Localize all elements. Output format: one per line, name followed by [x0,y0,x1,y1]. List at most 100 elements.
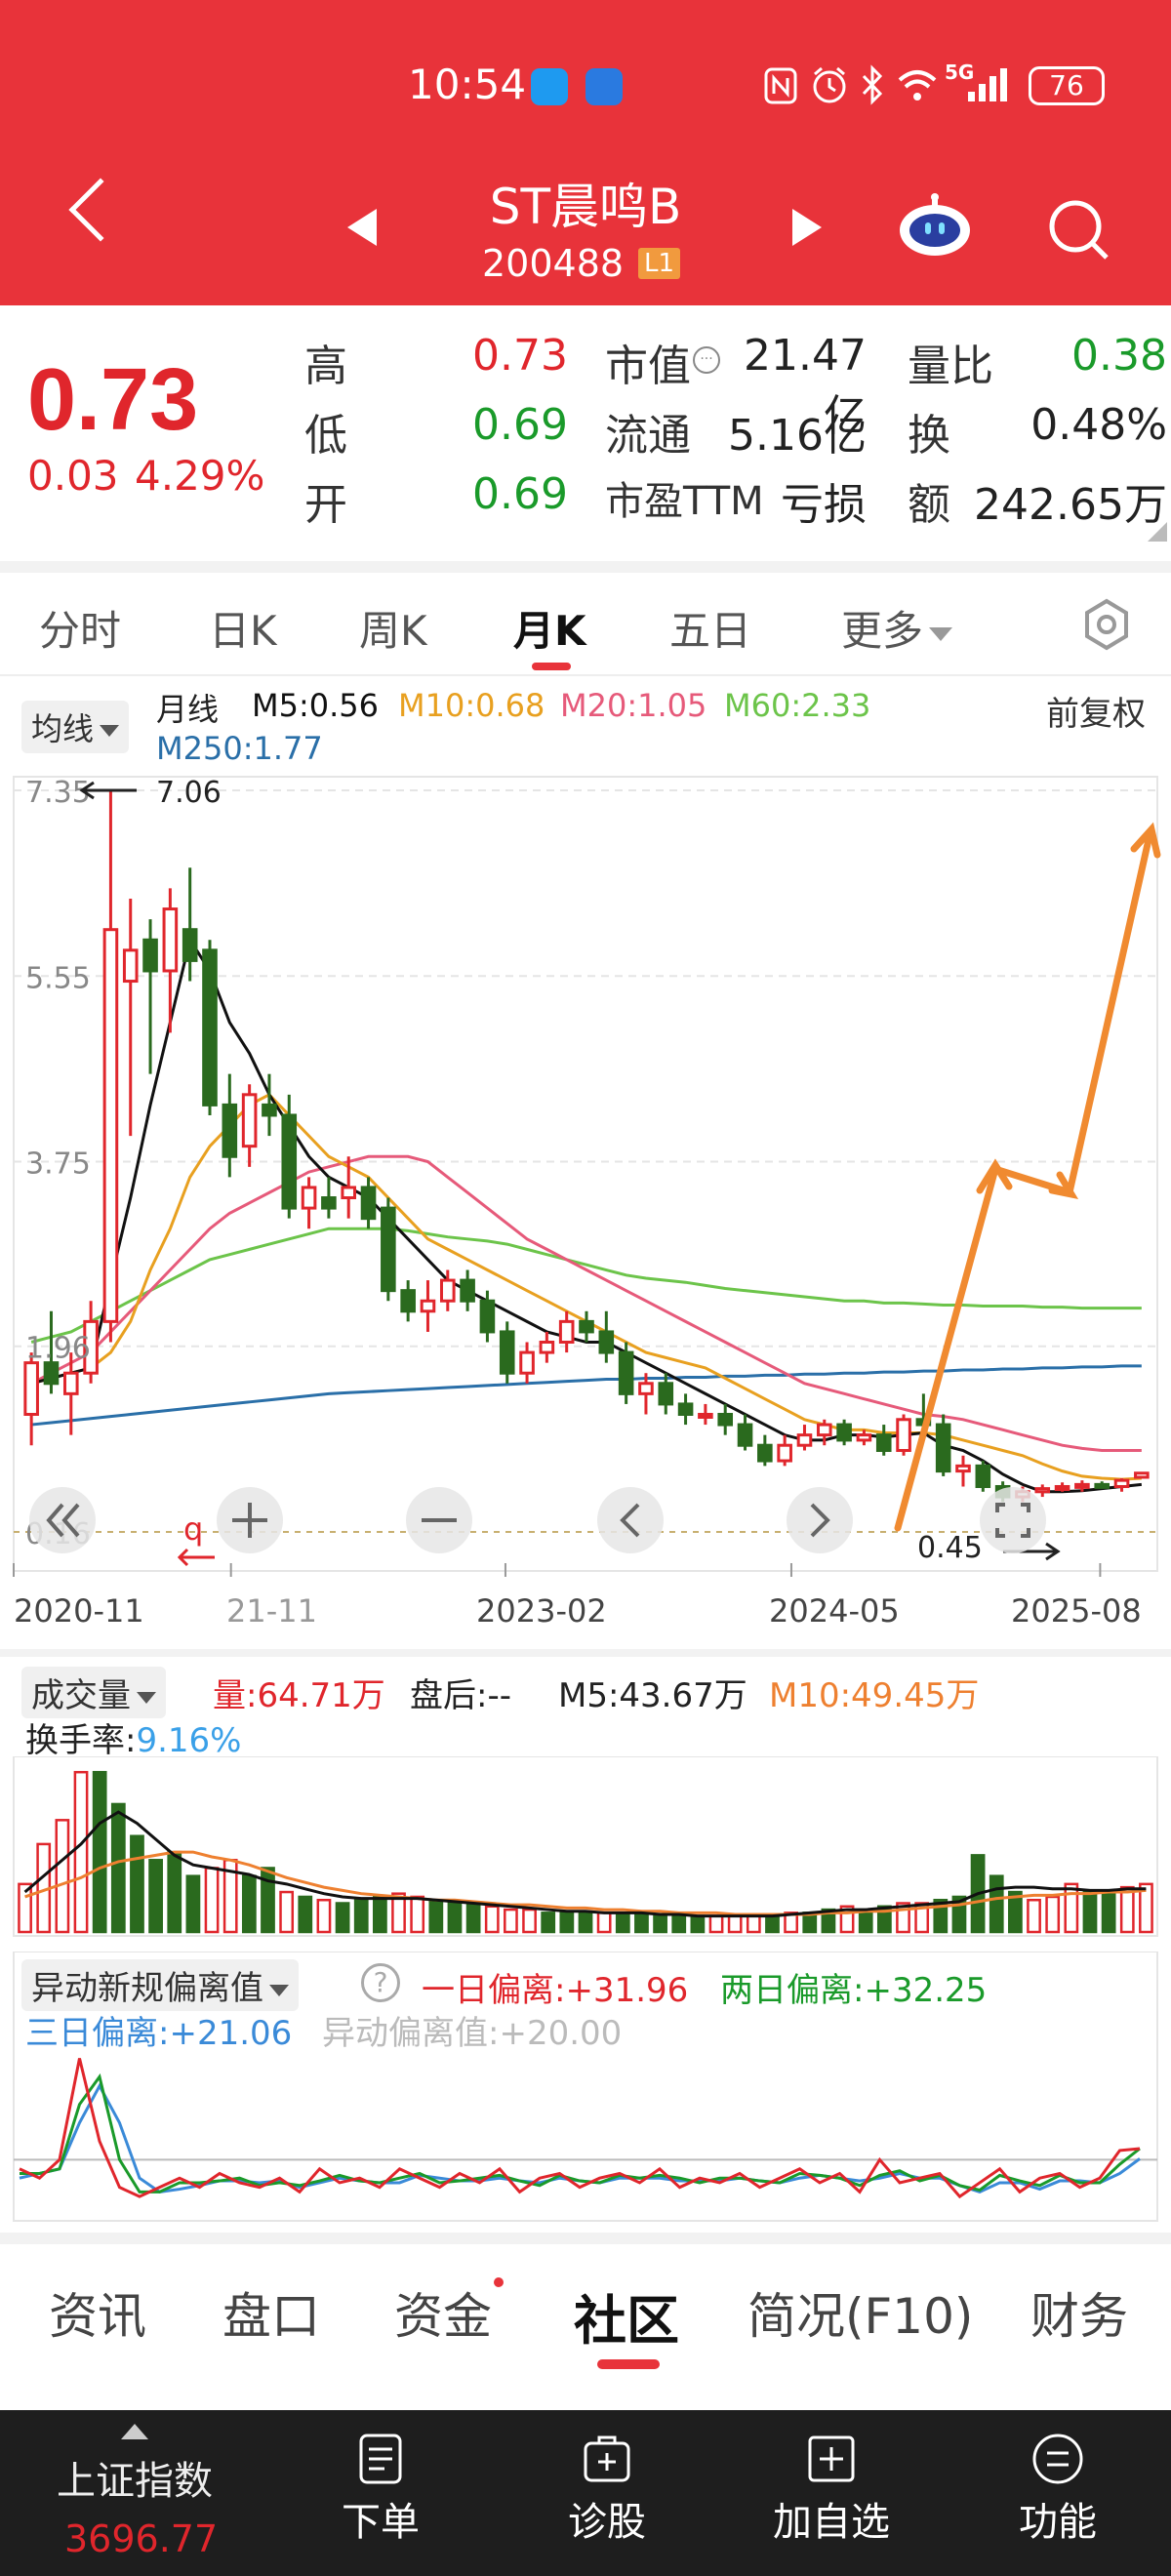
candle [717,1403,734,1435]
fullscreen-button[interactable] [980,1487,1046,1553]
tab-weekly-k[interactable]: 周K [359,598,427,658]
float-label: 流通 [605,411,691,461]
chart-frame [13,776,1158,1572]
volume-selector[interactable]: 成交量 [21,1667,166,1718]
candle [301,1177,317,1229]
tab-daily-k[interactable]: 日K [209,598,277,658]
adjust-mode[interactable]: 前复权 [1046,687,1146,735]
scroll-left-button[interactable] [597,1487,664,1553]
tab-monthly-k[interactable]: 月K [513,598,586,658]
candle [875,1425,892,1456]
volume-bar [372,1895,387,1934]
volume-bar [746,1914,761,1934]
info-icon[interactable]: ··· [693,346,720,374]
y-tick-label: 1.96 [25,1332,91,1366]
expand-corner-icon[interactable] [1148,522,1167,542]
notification-dot [494,2277,504,2287]
vol-ratio-value: 0.38 [1071,331,1167,381]
candle [1054,1482,1070,1492]
turnover-value: 0.48% [1030,400,1167,450]
vol-ratio-label: 量比 [908,342,993,391]
kline-chart[interactable]: 7.355.553.751.960.16 7.06 0.45 q [0,771,1171,1590]
high-value: 0.73 [472,331,568,381]
volume-bar [690,1914,706,1934]
candle [757,1434,773,1467]
index-value: 3696.77 [64,2517,219,2560]
tab-five-day[interactable]: 五日 [669,598,751,658]
nav-place-order[interactable]: 下单 [312,2410,449,2576]
volume-bar [522,1908,537,1934]
turnover-rate-value: 9.16% [136,1721,242,1760]
tab-more[interactable]: 更多 [841,598,953,658]
wifi-icon [898,70,937,101]
zoom-out-button[interactable] [406,1487,472,1553]
tab-financials[interactable]: 财务 [1030,2277,1128,2348]
volume-bar [167,1850,182,1934]
separator [0,561,1171,573]
m250-legend: M250:1.77 [156,730,323,767]
volume-bar [335,1902,350,1934]
nav-add-watchlist[interactable]: 加自选 [763,2410,900,2576]
candle [856,1429,872,1446]
tab-intraday[interactable]: 分时 [39,598,121,658]
volume-bar [353,1898,369,1934]
volume-bar [110,1802,126,1934]
scroll-start-button[interactable] [29,1487,96,1553]
robot-assistant-icon[interactable] [896,193,974,258]
volume-bar [241,1874,257,1934]
tab-community[interactable]: 社区 [574,2277,679,2355]
expand-up-icon[interactable] [121,2424,148,2439]
next-stock-icon[interactable] [792,209,822,246]
search-icon[interactable] [1046,197,1110,262]
candle [102,790,119,1343]
volume-bar [1045,1895,1061,1934]
max-label: 7.06 [156,776,222,810]
volume-chart[interactable] [0,1756,1171,1942]
volume-bar [1027,1898,1041,1934]
nav-diagnose[interactable]: 诊股 [539,2410,675,2576]
volume-bar [634,1912,649,1934]
separator [0,1649,1171,1657]
y-axis-ticks: 7.355.553.751.960.16 [25,776,91,1551]
nav-label: 诊股 [568,2500,646,2545]
tab-capital-flow[interactable]: 资金 [394,2277,492,2348]
candle [836,1419,852,1446]
price-change-pct: 4.29% [135,452,265,500]
index-name[interactable]: 上证指数 [57,2449,213,2506]
amount-value: 242.65万 [974,480,1167,530]
tab-order-book[interactable]: 盘口 [222,2277,320,2348]
status-time: 10:54 [408,60,527,108]
tab-news[interactable]: 资讯 [49,2277,146,2348]
volume-bar [410,1895,425,1934]
zoom-in-button[interactable] [217,1487,283,1553]
nav-functions[interactable]: 功能 [989,2410,1126,2576]
volume-bar [298,1895,313,1934]
open-label: 开 [304,480,347,530]
m60-legend: M60:2.33 [724,687,871,724]
two-day-deviation-line [20,2073,1141,2194]
volume-bar [447,1902,463,1934]
three-day-deviation-line [19,2082,1141,2194]
candle [460,1269,475,1311]
volume-bar [727,1914,743,1934]
volume-bar [559,1912,575,1934]
tab-f10-profile[interactable]: 简况(F10) [747,2277,973,2348]
volume-bar [578,1912,593,1934]
candle [381,1197,396,1302]
back-arrow-icon[interactable] [68,178,133,242]
prev-stock-icon[interactable] [347,209,377,246]
candle [23,1352,39,1446]
ma-selector[interactable]: 均线 [21,701,130,753]
order-icon [359,2434,402,2484]
deviation-chart[interactable] [0,1952,1171,2225]
volume-bar [1101,1890,1116,1934]
candle [677,1393,694,1426]
candle [360,1177,377,1229]
settings-icon[interactable] [1079,597,1134,652]
candle [122,898,139,1137]
add-watchlist-icon [808,2435,855,2482]
scroll-right-button[interactable] [787,1487,853,1553]
menu-circle-icon [1032,2434,1083,2484]
m20-legend: M20:1.05 [560,687,707,724]
battery-indicator: 76 [1029,66,1105,105]
